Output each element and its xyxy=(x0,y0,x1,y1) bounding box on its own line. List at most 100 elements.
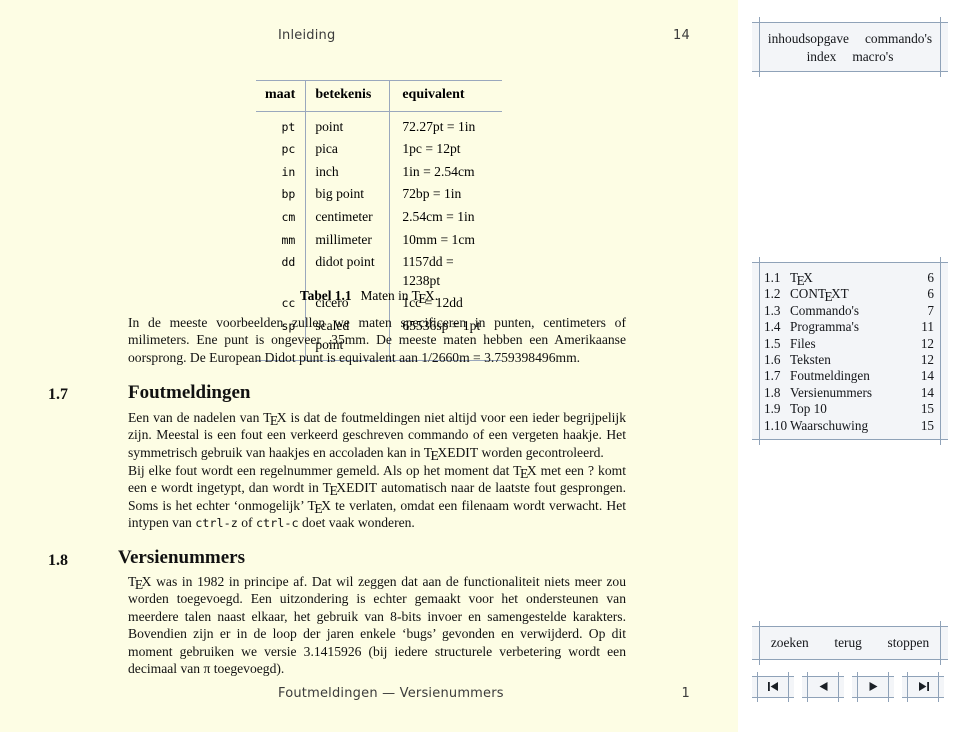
menu-item-macros[interactable]: macro's xyxy=(852,49,893,65)
toc-number: 1.8 xyxy=(764,384,781,400)
toc-page: 14 xyxy=(920,384,934,400)
panel-action-row: zoeken terug stoppen xyxy=(752,627,948,659)
section-heading-versienummers: Versienummers xyxy=(118,547,245,568)
toc-item-1-8[interactable]: 1.8 Versienummers 14 xyxy=(752,385,948,401)
menu-item-inhoudsopgave[interactable]: inhoudsopgave xyxy=(768,31,849,47)
action-stoppen[interactable]: stoppen xyxy=(888,635,930,651)
menu-item-commandos[interactable]: commando's xyxy=(865,31,932,47)
toc-item-1-5[interactable]: 1.5 Files 12 xyxy=(752,336,948,352)
toc-item-1-6[interactable]: 1.6 Teksten 12 xyxy=(752,352,948,368)
skip-forward-icon xyxy=(918,678,929,696)
page-navigation-row xyxy=(752,672,948,702)
toc-item-1-2[interactable]: 1.2 CONTEXT 6 xyxy=(752,286,948,305)
toc-label: TEX xyxy=(790,270,916,288)
toc-item-1-10[interactable]: 1.10 Waarschuwing 15 xyxy=(752,418,948,434)
toc-item-1-3[interactable]: 1.3 Commando's 7 xyxy=(752,303,948,319)
table-head: maat betekenis equivalent xyxy=(256,80,502,112)
skip-back-icon xyxy=(767,678,779,696)
toc-number: 1.4 xyxy=(764,319,781,335)
toc-label: Waarschuwing xyxy=(790,417,869,433)
triangle-left-icon xyxy=(819,678,828,696)
toc-page: 11 xyxy=(921,319,934,335)
toc-number: 1.7 xyxy=(764,368,781,384)
table-row: mm millimeter 10mm = 1cm xyxy=(256,228,502,252)
toc-page: 14 xyxy=(920,368,934,384)
action-zoeken[interactable]: zoeken xyxy=(771,635,809,651)
tex-logo: TEX xyxy=(411,288,435,306)
table-row: dd didot point 1157dd = 1238pt xyxy=(256,251,502,293)
section-number-1-7: 1.7 xyxy=(48,386,68,403)
table-of-contents-box: 1.1 TEX 6 1.2 CONTEXT 6 1.3 Commando's 7… xyxy=(752,257,948,445)
versienummers-paragraph-1: TEX was in 1982 in principe af. Dat wil … xyxy=(128,574,626,677)
table-header-row: maat betekenis equivalent xyxy=(256,80,502,112)
intro-paragraph: In de meeste voorbeelden zullen we maten… xyxy=(128,315,626,365)
table-row: pc pica 1pc = 12pt xyxy=(256,138,502,161)
running-foot-page-number: 1 xyxy=(681,686,690,701)
column-header-maat: maat xyxy=(256,80,307,112)
toc-label: Top 10 xyxy=(790,401,827,417)
table-caption: Tabel 1.1 Maten in TEX. xyxy=(299,288,439,306)
next-page-button[interactable] xyxy=(852,672,894,702)
table-row: bp big point 72bp = 1in xyxy=(256,183,502,206)
previous-page-button[interactable] xyxy=(802,672,844,702)
triangle-right-icon xyxy=(869,678,878,696)
document-page: Inleiding 14 maat betekenis equivalent p… xyxy=(0,0,738,732)
panel-action-box: zoeken terug stoppen xyxy=(752,621,948,665)
running-head: Inleiding 14 xyxy=(0,28,738,43)
first-page-button[interactable] xyxy=(752,672,794,702)
table-row: pt point 72.27pt = 1in xyxy=(256,111,502,139)
toc-page: 7 xyxy=(927,302,934,318)
toc-number: 1.9 xyxy=(764,401,781,417)
navigation-panel: inhoudsopgave commando's index macro's 1… xyxy=(738,0,960,732)
toc-number: 1.6 xyxy=(764,352,781,368)
toc-label: Commando's xyxy=(790,302,860,318)
running-head-page-number: 14 xyxy=(673,28,690,43)
toc-number: 1.3 xyxy=(764,302,781,318)
toc-item-1-9[interactable]: 1.9 Top 10 15 xyxy=(752,401,948,417)
toc-number: 1.5 xyxy=(764,335,781,351)
tex-logo: TEX xyxy=(307,497,331,516)
menu-item-index[interactable]: index xyxy=(807,49,837,65)
toc-page: 6 xyxy=(927,286,934,302)
toc-page: 6 xyxy=(927,270,934,285)
toc-item-1-7[interactable]: 1.7 Foutmeldingen 14 xyxy=(752,368,948,384)
toc-page: 12 xyxy=(920,335,934,351)
panel-menu-row-2: index macro's xyxy=(752,47,948,65)
tex-logo: TEX xyxy=(322,480,347,499)
tex-logo: TEX xyxy=(790,270,813,288)
column-header-equivalent: equivalent xyxy=(402,87,465,102)
toc-label: Programma's xyxy=(790,319,860,335)
foutmeldingen-paragraph-2: Bij elke fout wordt een regelnummer geme… xyxy=(128,463,626,531)
tex-logo: TEX xyxy=(128,574,152,592)
table-row: cm centimeter 2.54cm = 1in xyxy=(256,205,502,229)
section-number-1-8: 1.8 xyxy=(48,552,68,569)
toc-page: 15 xyxy=(920,401,934,417)
toc-label: Foutmeldingen xyxy=(790,368,870,384)
last-page-button[interactable] xyxy=(902,672,944,702)
toc-item-1-4[interactable]: 1.4 Programma's 11 xyxy=(752,319,948,335)
section-heading-foutmeldingen: Foutmeldingen xyxy=(128,382,251,403)
toc-label: CONTEXT xyxy=(790,286,916,305)
caption-label: Tabel 1.1 xyxy=(299,288,352,303)
caption-text: Maten in xyxy=(360,288,412,303)
command-ctrl-z: ctrl-z xyxy=(195,516,238,531)
toc-label: Files xyxy=(790,335,816,351)
running-foot: Foutmeldingen — Versienummers 1 xyxy=(0,686,738,701)
toc-label: Versienummers xyxy=(790,384,873,400)
toc-item-1-1[interactable]: 1.1 TEX 6 xyxy=(752,270,948,288)
toc-page: 12 xyxy=(920,352,934,368)
toc-number: 1.10 xyxy=(764,417,788,433)
tex-logo: TEX xyxy=(513,463,537,481)
table-row: in inch 1in = 2.54cm xyxy=(256,160,502,184)
context-logo: CONTEXT xyxy=(790,286,849,305)
toc-page: 15 xyxy=(920,417,934,433)
panel-menu-box: inhoudsopgave commando's index macro's xyxy=(752,17,948,77)
tex-logo: TEX xyxy=(423,444,448,463)
toc-number: 1.2 xyxy=(764,286,781,302)
toc-label: Teksten xyxy=(790,352,831,368)
panel-menu-row-1: inhoudsopgave commando's xyxy=(752,23,948,47)
action-terug[interactable]: terug xyxy=(834,635,862,651)
toc-number: 1.1 xyxy=(764,270,781,285)
running-head-title: Inleiding xyxy=(278,28,336,43)
tex-logo: TEX xyxy=(263,410,287,428)
